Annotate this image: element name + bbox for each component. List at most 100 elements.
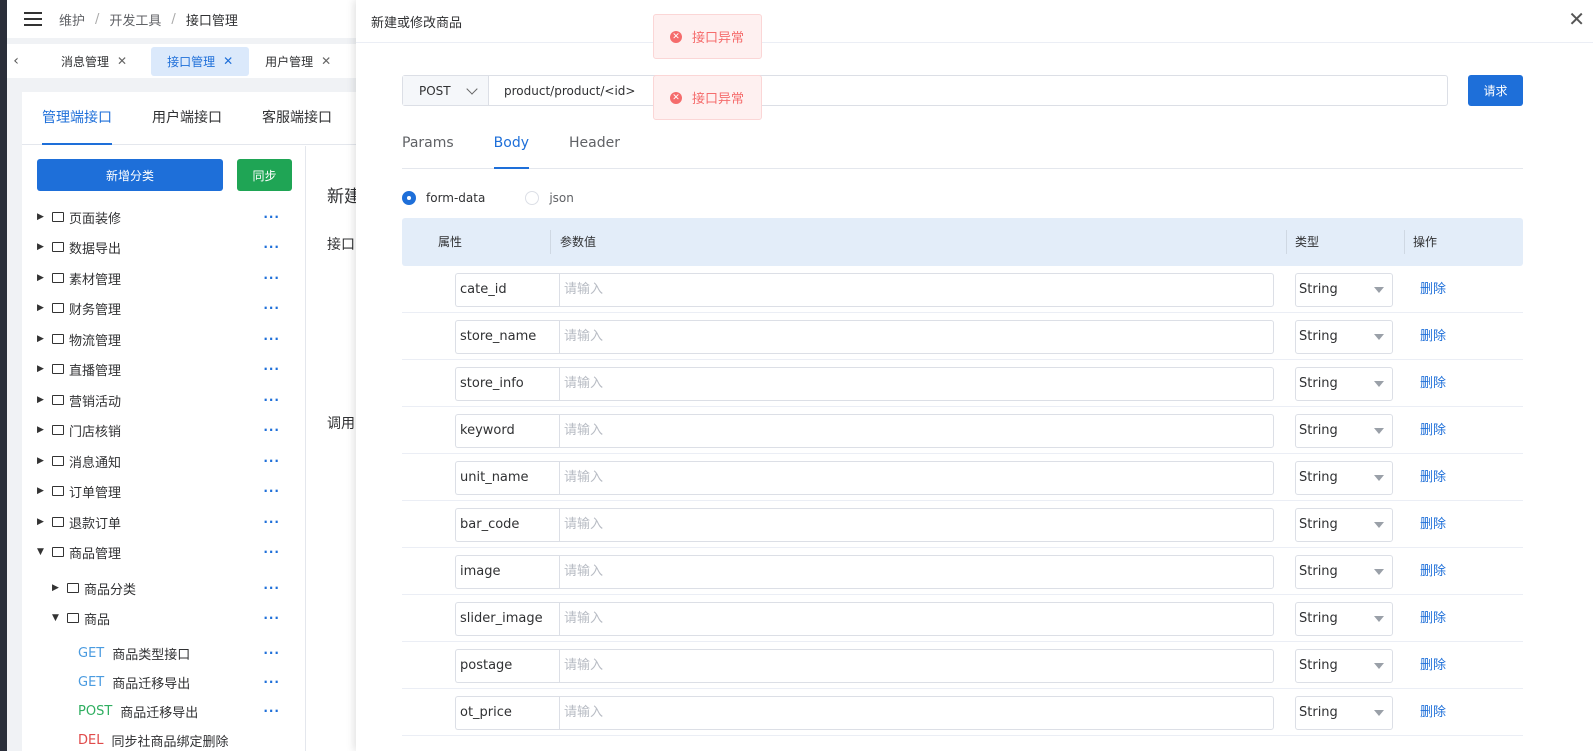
tree-item[interactable]: ▶ 物流管理 ··· (22, 324, 305, 354)
tab-user-api[interactable]: 用户端接口 (152, 92, 222, 145)
property-input[interactable]: keyword (455, 414, 559, 448)
property-input[interactable]: store_info (455, 367, 559, 401)
page-tab-message[interactable]: 消息管理 ✕ (45, 47, 143, 76)
tree-item[interactable]: ▶ 消息通知 ··· (22, 446, 305, 476)
delete-link[interactable]: 删除 (1420, 555, 1446, 589)
property-input[interactable]: bar_code (455, 508, 559, 542)
endpoint-item[interactable]: GET 商品类型接口 ··· (22, 638, 305, 668)
property-input[interactable]: unit_name (455, 461, 559, 495)
url-input[interactable]: product/product/<id> (504, 84, 635, 98)
more-icon[interactable]: ··· (263, 581, 280, 595)
type-select[interactable]: String (1295, 367, 1393, 401)
caret-right-icon[interactable]: ▶ (37, 517, 47, 527)
value-input[interactable]: 请输入 (559, 273, 1274, 307)
more-icon[interactable]: ··· (263, 454, 280, 468)
caret-right-icon[interactable]: ▶ (37, 364, 47, 374)
delete-link[interactable]: 删除 (1420, 649, 1446, 683)
value-input[interactable]: 请输入 (559, 508, 1274, 542)
more-icon[interactable]: ··· (263, 240, 280, 254)
more-icon[interactable]: ··· (263, 332, 280, 346)
value-input[interactable]: 请输入 (559, 602, 1274, 636)
tree-item[interactable]: ▶ 退款订单 ··· (22, 507, 305, 537)
caret-right-icon[interactable]: ▶ (52, 583, 62, 593)
delete-link[interactable]: 删除 (1420, 602, 1446, 636)
add-category-button[interactable]: 新增分类 (37, 159, 223, 191)
property-input[interactable]: ot_price (455, 696, 559, 730)
type-select[interactable]: String (1295, 555, 1393, 589)
more-icon[interactable]: ··· (263, 515, 280, 529)
endpoint-item[interactable]: DEL 同步社商品绑定删除 (22, 725, 305, 751)
caret-right-icon[interactable]: ▶ (37, 242, 47, 252)
caret-right-icon[interactable]: ▶ (37, 456, 47, 466)
close-icon[interactable]: ✕ (223, 54, 233, 68)
caret-right-icon[interactable]: ▶ (37, 303, 47, 313)
type-select[interactable]: String (1295, 602, 1393, 636)
type-select[interactable]: String (1295, 461, 1393, 495)
tree-item[interactable]: ▼ 商品 ··· (22, 603, 305, 633)
value-input[interactable]: 请输入 (559, 649, 1274, 683)
tree-item[interactable]: ▶ 营销活动 ··· (22, 385, 305, 415)
tree-item[interactable]: ▶ 数据导出 ··· (22, 232, 305, 262)
caret-right-icon[interactable]: ▶ (37, 334, 47, 344)
more-icon[interactable]: ··· (263, 393, 280, 407)
property-input[interactable]: store_name (455, 320, 559, 354)
chevron-left-icon[interactable]: ‹ (7, 53, 25, 69)
radio-json[interactable]: json (525, 191, 574, 205)
delete-link[interactable]: 删除 (1420, 367, 1446, 401)
property-input[interactable]: image (455, 555, 559, 589)
page-tab-user[interactable]: 用户管理 ✕ (249, 47, 347, 76)
radio-form-data[interactable]: form-data (402, 191, 485, 205)
value-input[interactable]: 请输入 (559, 367, 1274, 401)
close-icon[interactable]: ✕ (117, 54, 127, 68)
delete-link[interactable]: 删除 (1420, 461, 1446, 495)
caret-right-icon[interactable]: ▶ (37, 395, 47, 405)
tab-body[interactable]: Body (493, 128, 530, 169)
tree-item[interactable]: ▶ 页面装修 ··· (22, 202, 305, 232)
type-select[interactable]: String (1295, 649, 1393, 683)
tab-admin-api[interactable]: 管理端接口 (42, 92, 112, 145)
caret-down-icon[interactable]: ▼ (52, 613, 62, 623)
type-select[interactable]: String (1295, 414, 1393, 448)
property-input[interactable]: slider_image (455, 602, 559, 636)
tree-item[interactable]: ▶ 订单管理 ··· (22, 476, 305, 506)
delete-link[interactable]: 删除 (1420, 696, 1446, 730)
menu-icon[interactable] (24, 12, 42, 26)
property-input[interactable]: postage (455, 649, 559, 683)
tree-item[interactable]: ▶ 门店核销 ··· (22, 415, 305, 445)
close-icon[interactable]: ✕ (321, 54, 331, 68)
caret-right-icon[interactable]: ▶ (37, 273, 47, 283)
delete-link[interactable]: 删除 (1420, 508, 1446, 542)
breadcrumb-item[interactable]: 维护 (59, 10, 85, 29)
delete-link[interactable]: 删除 (1420, 273, 1446, 307)
more-icon[interactable]: ··· (263, 484, 280, 498)
property-input[interactable]: cate_id (455, 273, 559, 307)
value-input[interactable]: 请输入 (559, 461, 1274, 495)
type-select[interactable]: String (1295, 696, 1393, 730)
delete-link[interactable]: 删除 (1420, 414, 1446, 448)
tree-item[interactable]: ▶ 商品分类 ··· (22, 573, 305, 603)
value-input[interactable]: 请输入 (559, 696, 1274, 730)
breadcrumb-item[interactable]: 开发工具 (109, 10, 161, 29)
more-icon[interactable]: ··· (263, 271, 280, 285)
tree-item[interactable]: ▼ 商品管理 ··· (22, 537, 305, 567)
caret-right-icon[interactable]: ▶ (37, 486, 47, 496)
tree-item[interactable]: ▶ 财务管理 ··· (22, 293, 305, 323)
tree-item[interactable]: ▶ 素材管理 ··· (22, 263, 305, 293)
endpoint-item[interactable]: POST 商品迁移导出 ··· (22, 696, 305, 726)
method-select[interactable]: POST (403, 76, 489, 105)
more-icon[interactable]: ··· (263, 423, 280, 437)
more-icon[interactable]: ··· (263, 646, 280, 660)
caret-right-icon[interactable]: ▶ (37, 425, 47, 435)
tab-params[interactable]: Params (402, 128, 454, 169)
caret-right-icon[interactable]: ▶ (37, 212, 47, 222)
more-icon[interactable]: ··· (263, 675, 280, 689)
tree-item[interactable]: ▶ 直播管理 ··· (22, 354, 305, 384)
caret-down-icon[interactable]: ▼ (37, 547, 47, 557)
tab-service-api[interactable]: 客服端接口 (262, 92, 332, 145)
request-button[interactable]: 请求 (1468, 75, 1523, 106)
more-icon[interactable]: ··· (263, 301, 280, 315)
tab-header[interactable]: Header (569, 128, 620, 169)
type-select[interactable]: String (1295, 320, 1393, 354)
type-select[interactable]: String (1295, 508, 1393, 542)
value-input[interactable]: 请输入 (559, 414, 1274, 448)
